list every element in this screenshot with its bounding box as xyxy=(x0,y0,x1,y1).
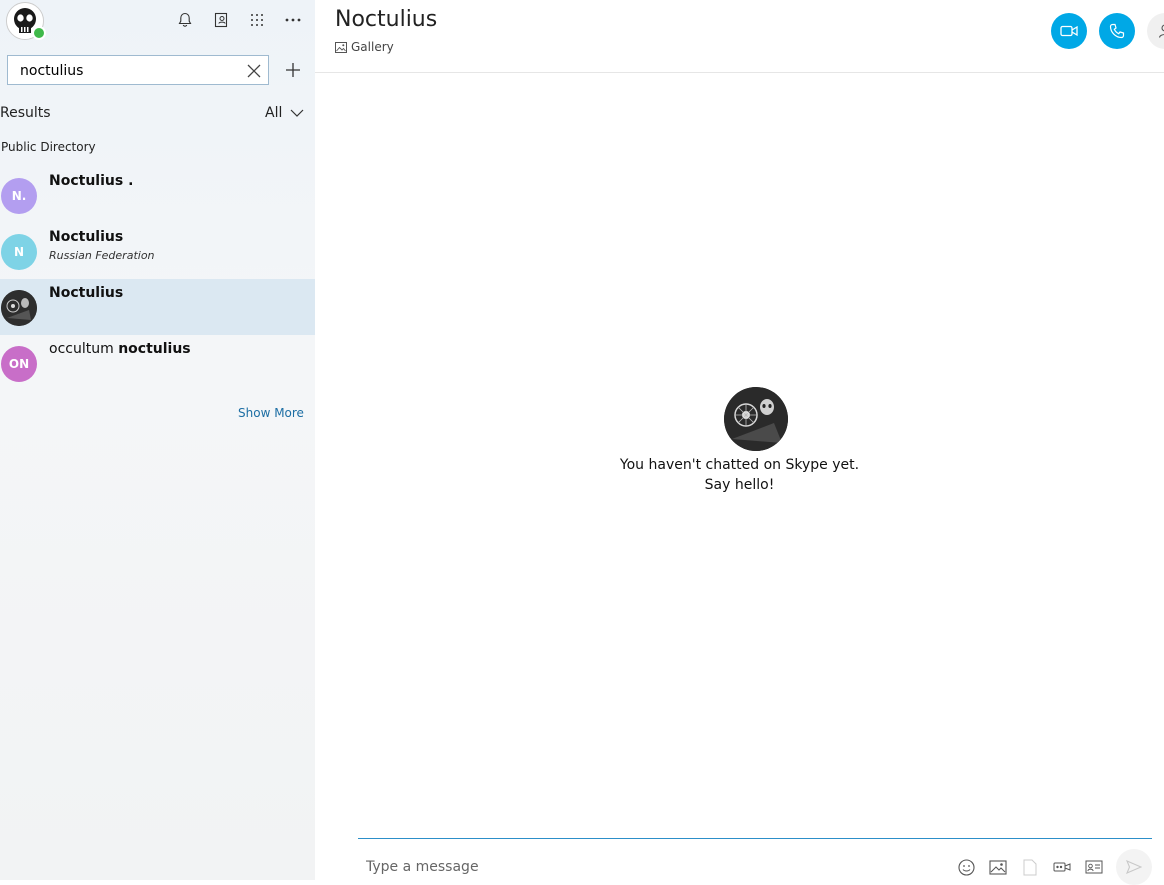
photo-avatar-image xyxy=(724,387,788,451)
results-heading: Results xyxy=(0,105,51,121)
new-chat-plus-icon[interactable] xyxy=(283,60,303,80)
image-icon[interactable] xyxy=(989,858,1007,876)
result-location: Russian Federation xyxy=(49,249,155,262)
contact-large-avatar xyxy=(724,387,788,451)
result-name: Noctulius xyxy=(49,229,124,245)
photo-avatar-image xyxy=(1,290,37,326)
result-name: Noctulius . xyxy=(49,173,134,189)
conversation-pane: Noctulius Gallery You haven't chatted on… xyxy=(315,0,1164,885)
results-filter-dropdown[interactable]: All xyxy=(265,105,304,121)
result-name: occultum noctulius xyxy=(49,341,191,357)
public-directory-heading: Public Directory xyxy=(1,140,96,154)
video-camera-icon xyxy=(1060,25,1078,37)
send-arrow-icon xyxy=(1126,860,1142,874)
sidebar: Results All Public Directory N. Noctuliu… xyxy=(0,0,315,880)
search-box xyxy=(7,55,269,85)
gallery-label: Gallery xyxy=(351,40,394,54)
show-more-link[interactable]: Show More xyxy=(238,406,304,420)
gallery-link[interactable]: Gallery xyxy=(335,40,394,54)
filter-selected-value: All xyxy=(265,105,283,121)
contact-card-icon[interactable] xyxy=(1085,858,1103,876)
chevron-down-icon xyxy=(290,109,304,117)
file-icon[interactable] xyxy=(1021,858,1039,876)
search-result-row[interactable]: N. Noctulius . xyxy=(0,167,315,223)
person-icon xyxy=(1158,24,1164,38)
empty-state-message: You haven't chatted on Skype yet. xyxy=(619,457,860,473)
empty-state-prompt: Say hello! xyxy=(704,477,775,493)
result-name-match: noctulius xyxy=(118,341,191,357)
avatar: N. xyxy=(1,178,37,214)
result-name-prefix: occultum xyxy=(49,341,119,357)
avatar: ON xyxy=(1,346,37,382)
phone-icon xyxy=(1109,23,1125,39)
dialpad-icon[interactable] xyxy=(247,10,267,30)
conversation-title[interactable]: Noctulius xyxy=(335,7,437,32)
search-result-row-selected[interactable]: Noctulius xyxy=(0,279,315,335)
compose-divider xyxy=(358,838,1152,839)
clear-search-icon[interactable] xyxy=(246,63,262,79)
audio-call-button[interactable] xyxy=(1099,13,1135,49)
search-result-row[interactable]: N Noctulius Russian Federation xyxy=(0,223,315,279)
search-input[interactable] xyxy=(18,60,242,82)
more-options-icon[interactable] xyxy=(283,10,303,30)
result-name: Noctulius xyxy=(49,285,124,301)
search-result-row[interactable]: ON occultum noctulius xyxy=(0,335,315,391)
avatar xyxy=(1,290,37,326)
video-call-button[interactable] xyxy=(1051,13,1087,49)
presence-online-indicator xyxy=(32,26,46,40)
contacts-book-icon[interactable] xyxy=(211,10,231,30)
message-input[interactable] xyxy=(364,855,868,879)
video-message-icon[interactable] xyxy=(1053,858,1071,876)
avatar: N xyxy=(1,234,37,270)
emoji-icon[interactable] xyxy=(957,858,975,876)
conversation-header: Noctulius Gallery xyxy=(315,0,1164,73)
add-contact-button[interactable] xyxy=(1147,13,1164,49)
gallery-image-icon xyxy=(335,41,347,53)
notifications-bell-icon[interactable] xyxy=(175,10,195,30)
